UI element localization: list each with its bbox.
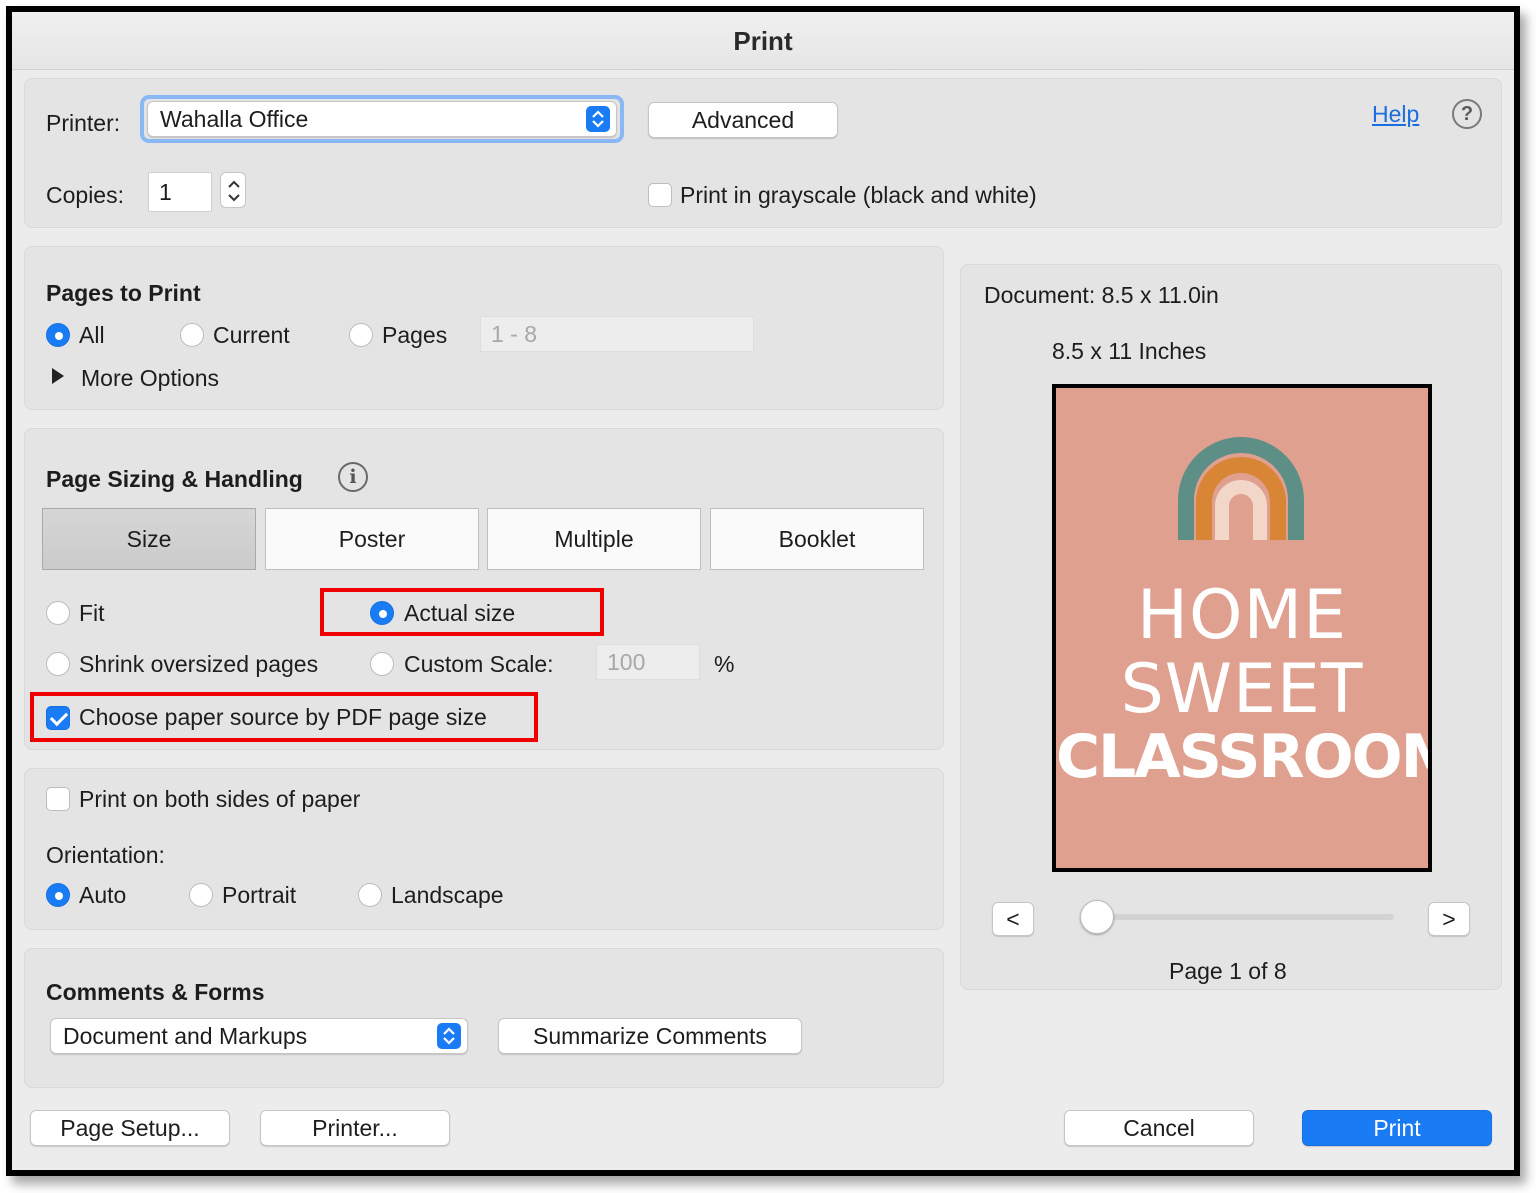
radio-custom-scale-label: Custom Scale: (404, 651, 554, 677)
radio-all[interactable] (46, 323, 70, 347)
percent-label: % (714, 651, 735, 677)
radio-portrait[interactable] (189, 883, 213, 907)
page-slider-track[interactable] (1094, 914, 1394, 920)
custom-scale-input[interactable]: 100 (596, 644, 700, 680)
radio-landscape-label: Landscape (391, 882, 504, 908)
printer-label: Printer: (46, 110, 121, 136)
paper-size-label: 8.5 x 11 Inches (1052, 338, 1207, 364)
printer-select[interactable]: Wahalla Office (147, 101, 617, 137)
title-bar: Print (12, 12, 1514, 70)
comments-select[interactable]: Document and Markups (50, 1018, 468, 1054)
printer-select-value: Wahalla Office (160, 105, 309, 132)
actual-size-highlight (320, 588, 604, 636)
both-sides-label: Print on both sides of paper (79, 786, 361, 812)
more-options-label[interactable]: More Options (81, 365, 219, 392)
poster-line-classroom: CLASSROOM (1056, 722, 1432, 792)
tab-size-label: Size (126, 525, 172, 552)
updown-arrows-icon (586, 106, 610, 132)
disclosure-triangle-icon[interactable] (52, 368, 64, 384)
grayscale-label: Print in grayscale (black and white) (680, 182, 1037, 208)
cancel-button[interactable]: Cancel (1064, 1110, 1254, 1146)
previous-page-button[interactable]: < (992, 902, 1034, 936)
radio-shrink-label: Shrink oversized pages (79, 651, 319, 677)
both-sides-checkbox[interactable] (46, 787, 70, 811)
radio-all-label: All (79, 322, 105, 348)
paper-source-highlight (30, 692, 538, 742)
document-size-label: Document: 8.5 x 11.0in (984, 282, 1219, 308)
orientation-label: Orientation: (46, 842, 165, 868)
print-dialog: Print Printer: Wahalla Office Advanced H… (6, 6, 1520, 1176)
tab-size[interactable]: Size (42, 508, 256, 570)
tab-multiple[interactable]: Multiple (487, 508, 701, 570)
radio-auto[interactable] (46, 883, 70, 907)
radio-fit-label: Fit (79, 600, 105, 626)
copies-label: Copies: (46, 182, 124, 208)
window-title: Print (733, 26, 793, 56)
tab-booklet[interactable]: Booklet (710, 508, 924, 570)
print-button[interactable]: Print (1302, 1110, 1492, 1146)
page-sizing-title: Page Sizing & Handling (46, 466, 303, 492)
copies-input[interactable]: 1 (148, 172, 212, 212)
page-setup-button[interactable]: Page Setup... (30, 1110, 230, 1146)
summarize-comments-button[interactable]: Summarize Comments (498, 1018, 802, 1054)
pages-range-input[interactable]: 1 - 8 (480, 316, 754, 352)
next-page-button[interactable]: > (1428, 902, 1470, 936)
poster-line-home: HOME (1136, 576, 1348, 655)
question-circle-icon[interactable]: ? (1452, 99, 1482, 129)
help-link[interactable]: Help (1372, 101, 1419, 128)
pages-range-placeholder: 1 - 8 (491, 320, 538, 347)
radio-fit[interactable] (46, 601, 70, 625)
radio-shrink[interactable] (46, 652, 70, 676)
radio-current-label: Current (213, 322, 290, 348)
poster-line-sweet: SWEET (1120, 650, 1364, 729)
pages-to-print-title: Pages to Print (46, 280, 201, 306)
page-slider-knob[interactable] (1080, 900, 1114, 934)
comments-select-value: Document and Markups (63, 1022, 308, 1049)
radio-landscape[interactable] (358, 883, 382, 907)
stepper-arrows-icon (228, 180, 240, 202)
print-window: Print Printer: Wahalla Office Advanced H… (12, 12, 1514, 1170)
radio-pages-label: Pages (382, 322, 448, 348)
comments-forms-title: Comments & Forms (46, 979, 265, 1005)
printer-button[interactable]: Printer... (260, 1110, 450, 1146)
advanced-button[interactable]: Advanced (648, 102, 838, 138)
info-icon[interactable]: i (338, 462, 368, 492)
page-indicator: Page 1 of 8 (1169, 958, 1287, 984)
grayscale-checkbox[interactable] (648, 183, 672, 207)
copies-stepper[interactable] (220, 172, 246, 208)
radio-portrait-label: Portrait (222, 882, 297, 908)
radio-auto-label: Auto (79, 882, 127, 908)
radio-pages[interactable] (349, 323, 373, 347)
tab-poster[interactable]: Poster (265, 508, 479, 570)
updown-arrows-icon (437, 1023, 461, 1049)
radio-current[interactable] (180, 323, 204, 347)
tab-multiple-label: Multiple (554, 525, 634, 552)
radio-custom-scale[interactable] (370, 652, 394, 676)
tab-booklet-label: Booklet (778, 525, 856, 552)
page-preview: HOME SWEET CLASSROOM (1052, 384, 1432, 872)
tab-poster-label: Poster (338, 525, 406, 552)
